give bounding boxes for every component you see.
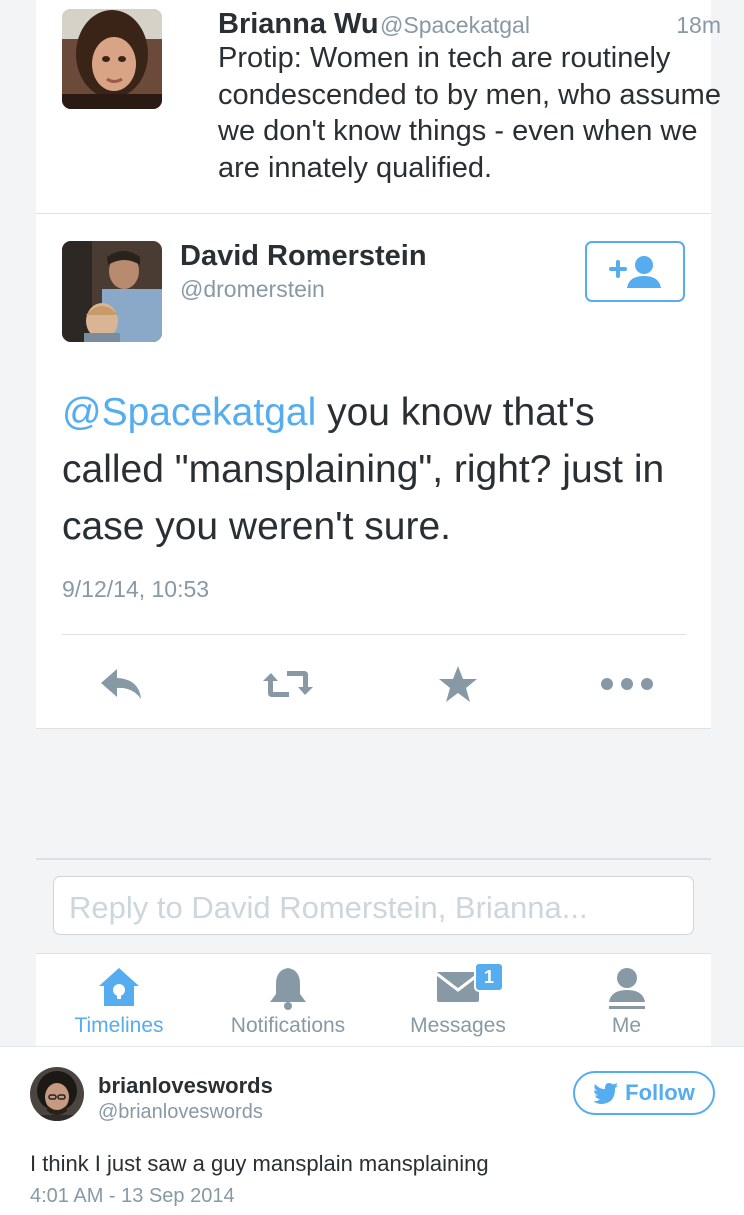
follow-button[interactable] [585, 241, 685, 302]
author-handle[interactable]: @brianloveswords [98, 1101, 263, 1124]
person-icon [608, 968, 645, 1009]
tab-bar: Timelines Notifications Messages Me [36, 953, 711, 1046]
tab-me[interactable]: Me [542, 954, 711, 1046]
retweet-button[interactable] [258, 662, 318, 706]
tweet-text: Protip: Women in tech are routinely cond… [218, 42, 721, 184]
david-avatar[interactable] [62, 241, 162, 342]
more-icon [601, 678, 653, 690]
tab-label: Messages [410, 1014, 506, 1037]
messages-badge: 1 [474, 962, 504, 992]
tab-messages[interactable]: Messages [374, 954, 542, 1046]
retweet-icon [263, 671, 313, 697]
add-user-icon [609, 255, 661, 288]
bell-icon [270, 968, 306, 1010]
author-name[interactable]: David Romerstein [180, 240, 427, 273]
reply-input[interactable]: Reply to David Romerstein, Brianna... [53, 876, 694, 935]
author-handle[interactable]: @dromerstein [180, 276, 325, 303]
focused-tweet: David Romerstein @dromerstein @Spacekatg… [36, 214, 711, 729]
divider [36, 858, 711, 860]
tweet-time: 18m [676, 12, 721, 38]
reply-icon [101, 669, 141, 699]
tab-label: Timelines [74, 1014, 164, 1037]
divider [62, 634, 686, 635]
author-name[interactable]: Brianna Wu [218, 8, 379, 41]
author-name[interactable]: brianloveswords [98, 1073, 273, 1099]
twitter-bird-icon [593, 1083, 619, 1104]
parent-tweet[interactable]: Brianna Wu @Spacekatgal 18m Protip: Wome… [36, 0, 721, 214]
tab-label: Me [611, 1014, 642, 1037]
favorite-icon [439, 666, 477, 702]
author-handle[interactable]: @Spacekatgal [380, 12, 530, 39]
tab-label: Notifications [230, 1014, 346, 1037]
more-button[interactable] [596, 662, 658, 706]
home-icon [99, 968, 139, 1006]
tweet-date[interactable]: 4:01 AM - 13 Sep 2014 [30, 1185, 235, 1208]
brianloveswords-avatar[interactable] [30, 1067, 84, 1121]
tweet-timestamp: 9/12/14, 10:53 [62, 576, 210, 602]
embedded-tweet: brianloveswords @brianloveswords Follow … [0, 1046, 744, 1215]
tweet-text: I think I just saw a guy mansplain mansp… [30, 1151, 489, 1176]
tab-notifications[interactable]: Notifications [202, 954, 374, 1046]
tab-timelines[interactable]: Timelines [36, 954, 202, 1046]
brianna-avatar[interactable] [62, 9, 162, 109]
mention-link[interactable]: @Spacekatgal [62, 391, 316, 434]
follow-button[interactable]: Follow [573, 1071, 715, 1115]
follow-label: Follow [625, 1080, 695, 1105]
reply-button[interactable] [94, 662, 150, 706]
favorite-button[interactable] [432, 662, 484, 706]
tweet-text: @Spacekatgal you know that's called "man… [62, 384, 682, 555]
screenshot: Brianna Wu @Spacekatgal 18m Protip: Wome… [0, 0, 744, 1046]
